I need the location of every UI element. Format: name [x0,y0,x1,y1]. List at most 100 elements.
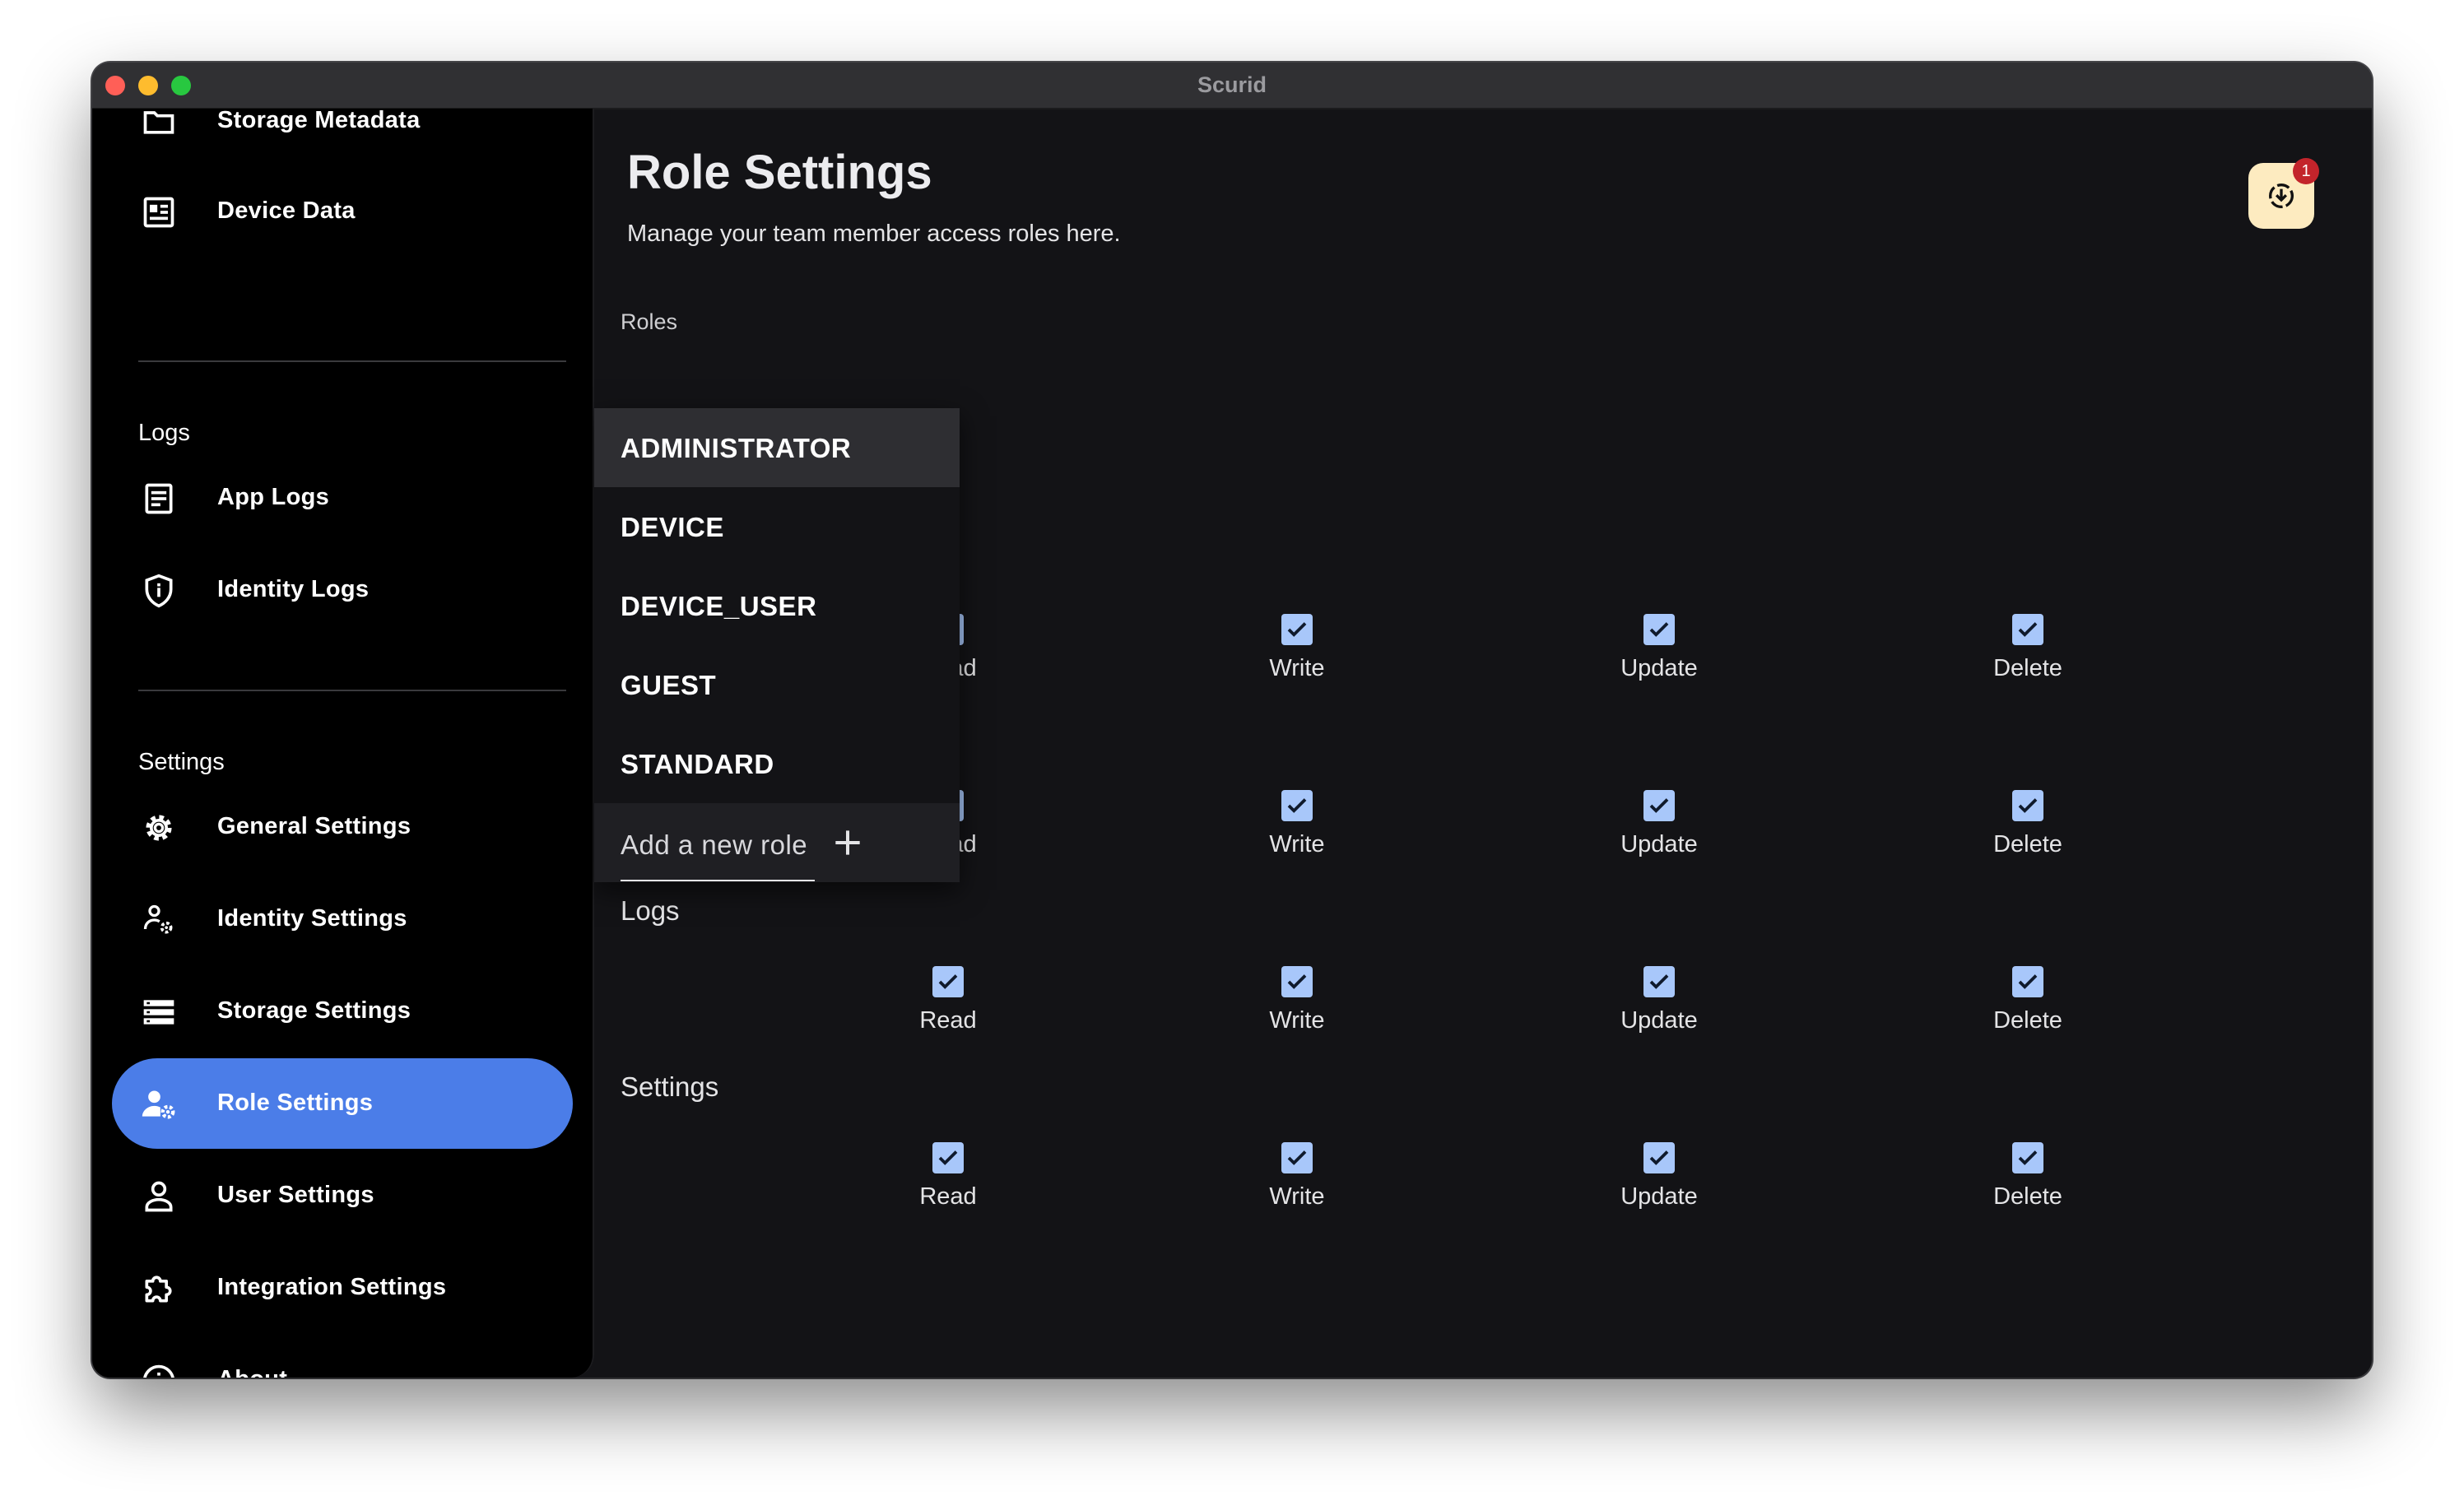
sidebar-item-storage-metadata[interactable]: Storage Metadata [112,76,573,166]
gear-icon [140,809,178,847]
document-icon [140,480,178,518]
permission-delete[interactable]: Delete [1946,790,2110,858]
sidebar-item-user-settings[interactable]: User Settings [112,1150,573,1241]
add-new-role-label: Add a new role [621,830,808,860]
permission-label: Delete [1993,1007,2062,1034]
app-window: Scurid Storage Metadata Device Data Logs… [92,63,2372,1378]
sidebar-item-label: Storage Metadata [217,107,421,133]
sidebar: Storage Metadata Device Data Logs App Lo… [92,107,594,1378]
permission-label: Write [1269,1183,1325,1210]
checkbox-checked-icon[interactable] [2012,614,2043,645]
role-option-standard[interactable]: STANDARD [594,724,960,803]
logs-section-label: Logs [138,420,190,446]
info-icon [140,1362,178,1378]
permission-label: Delete [1993,1183,2062,1210]
roles-dropdown-menu: ADMINISTRATOR DEVICE DEVICE_USER GUEST S… [594,408,960,882]
person-icon [140,1178,178,1215]
permission-label: Write [1269,655,1325,681]
role-option-label: DEVICE_USER [621,591,817,621]
permission-read[interactable]: Read [866,1142,1030,1211]
folder-icon [140,103,178,141]
notification-count-badge: 1 [2293,158,2319,184]
checkbox-checked-icon[interactable] [1643,1142,1675,1173]
sidebar-item-label: Storage Settings [217,997,411,1024]
checkbox-checked-icon[interactable] [2012,790,2043,821]
sidebar-item-about[interactable]: About [112,1335,573,1378]
checkbox-checked-icon[interactable] [932,966,964,997]
sidebar-item-identity-logs[interactable]: Identity Logs [112,545,573,635]
permission-update[interactable]: Update [1577,1142,1741,1211]
permission-update[interactable]: Update [1577,966,1741,1034]
sidebar-item-label: App Logs [217,484,330,510]
checkbox-checked-icon[interactable] [932,1142,964,1173]
sidebar-item-identity-settings[interactable]: Identity Settings [112,874,573,964]
permission-delete[interactable]: Delete [1946,966,2110,1034]
downloads-button[interactable]: 1 [2248,158,2319,229]
roles-select-label: Roles [621,309,678,334]
page-title: Role Settings [627,146,932,199]
permission-label: Read [919,1007,977,1034]
permission-label: Update [1620,831,1698,857]
permission-update[interactable]: Update [1577,614,1741,682]
permission-write[interactable]: Write [1215,966,1379,1034]
checkbox-checked-icon[interactable] [1643,614,1675,645]
permission-read[interactable]: Read [866,966,1030,1034]
sidebar-item-app-logs[interactable]: App Logs [112,453,573,543]
permission-write[interactable]: Write [1215,1142,1379,1211]
plus-icon [835,830,860,855]
role-option-label: ADMINISTRATOR [621,433,852,463]
sidebar-divider [138,690,566,691]
page-subtitle: Manage your team member access roles her… [627,221,1121,247]
sidebar-item-label: About [217,1366,287,1378]
role-option-label: STANDARD [621,749,774,779]
role-option-administrator[interactable]: ADMINISTRATOR [594,408,960,487]
role-option-device[interactable]: DEVICE [594,487,960,566]
sidebar-item-label: Device Data [217,198,356,224]
person-gear-icon [140,1085,178,1123]
role-option-label: DEVICE [621,512,724,542]
checkbox-checked-icon[interactable] [1281,966,1313,997]
sidebar-item-label: Identity Logs [217,576,370,602]
checkbox-checked-icon[interactable] [1281,1142,1313,1173]
settings-section-label: Settings [138,749,225,775]
download-icon [2269,184,2294,208]
permission-label: Write [1269,1007,1325,1034]
sidebar-item-label: User Settings [217,1182,374,1208]
checkbox-checked-icon[interactable] [1643,790,1675,821]
sidebar-item-integration-settings[interactable]: Integration Settings [112,1243,573,1333]
permission-label: Update [1620,1183,1698,1210]
permission-group-label: Settings [621,1071,719,1102]
permission-delete[interactable]: Delete [1946,1142,2110,1211]
permission-label: Write [1269,831,1325,857]
checkbox-checked-icon[interactable] [1643,966,1675,997]
checkbox-checked-icon[interactable] [1281,614,1313,645]
sidebar-item-storage-settings[interactable]: Storage Settings [112,966,573,1057]
permission-label: Read [919,1183,977,1210]
role-option-device-user[interactable]: DEVICE_USER [594,566,960,645]
device-data-icon [140,193,178,231]
checkbox-checked-icon[interactable] [1281,790,1313,821]
sidebar-divider [138,360,566,362]
sidebar-item-general-settings[interactable]: General Settings [112,782,573,872]
role-option-label: GUEST [621,670,717,700]
sidebar-item-label: Integration Settings [217,1274,447,1300]
permission-write[interactable]: Write [1215,790,1379,858]
checkbox-checked-icon[interactable] [2012,966,2043,997]
permission-label: Delete [1993,655,2062,681]
puzzle-icon [140,1270,178,1308]
sidebar-item-label: General Settings [217,813,411,839]
sidebar-item-device-data[interactable]: Device Data [112,166,573,257]
permission-delete[interactable]: Delete [1946,614,2110,682]
storage-icon [140,993,178,1031]
permission-label: Update [1620,1007,1698,1034]
permission-label: Update [1620,655,1698,681]
permission-update[interactable]: Update [1577,790,1741,858]
sidebar-item-label: Role Settings [217,1090,374,1116]
role-option-guest[interactable]: GUEST [594,645,960,724]
checkbox-checked-icon[interactable] [2012,1142,2043,1173]
add-new-role-button[interactable]: Add a new role [594,803,960,882]
permission-write[interactable]: Write [1215,614,1379,682]
identity-settings-icon [140,901,178,939]
add-role-underline [621,880,815,881]
sidebar-item-role-settings[interactable]: Role Settings [112,1058,573,1149]
